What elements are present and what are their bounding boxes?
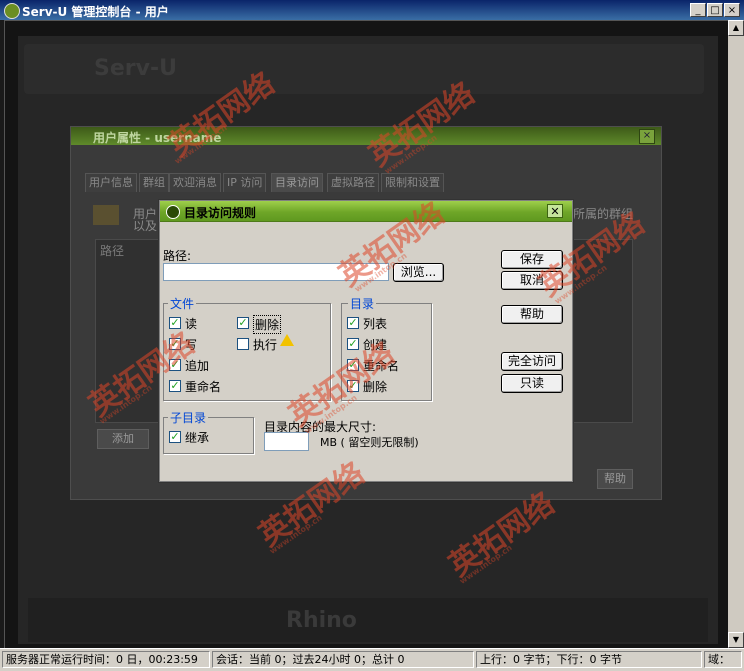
inherit-checkbox[interactable]: ✓ [169,431,181,443]
full-access-button[interactable]: 完全访问 [501,352,563,371]
rhino-logo: Rhino [286,608,357,633]
file-write-label: 写 [185,338,198,352]
status-domain: 域： [704,651,742,668]
status-bar: 服务器正常运行时间：0 日，00:23:59 会话：当前 0；过去24小时 0；… [0,648,744,671]
max-size-unit: MB ( 留空则无限制) [320,436,419,449]
dialog-title-bar: 目录访问规则 [160,201,572,222]
minimize-button[interactable]: _ [690,3,706,17]
file-rename-label: 重命名 [185,380,222,394]
dir-rename-checkbox[interactable]: ✓ [347,359,359,371]
serv-u-logo: Serv-U [94,56,177,81]
window-title-bar: Serv-U 管理控制台 - 用户 _ □ × [0,0,744,20]
maximize-button[interactable]: □ [707,3,723,17]
tab-groups[interactable]: 群组 [139,173,169,192]
status-sessions: 会话：当前 0；过去24小时 0；总计 0 [212,651,474,668]
dir-list-label: 列表 [363,317,388,331]
user-help-button[interactable]: 帮助 [597,469,633,489]
tab-virtual-path[interactable]: 虚拟路径 [327,173,379,192]
path-input[interactable] [163,263,389,281]
directories-group-label: 目录 [348,295,377,312]
add-rule-button[interactable]: 添加 [97,429,149,449]
file-execute-label: 执行 [253,338,278,352]
scroll-down-icon[interactable]: ▼ [728,632,744,648]
dir-delete-checkbox[interactable]: ✓ [347,380,359,392]
file-delete-checkbox[interactable]: ✓ [237,317,249,329]
dialog-title: 目录访问规则 [184,206,257,220]
file-read-label: 读 [185,317,198,331]
status-transfer: 上行：0 字节；下行：0 字节 [476,651,702,668]
user-dialog-title: 用户属性 - username [93,131,222,145]
background-footer: Rhino [28,598,708,642]
user-dialog-text-2: 以及 [133,219,158,233]
files-group-label: 文件 [168,295,197,312]
close-button[interactable]: × [724,3,740,17]
tab-limits[interactable]: 限制和设置 [381,173,444,192]
file-execute-checkbox[interactable] [237,338,249,350]
read-only-button[interactable]: 只读 [501,374,563,393]
column-header-path: 路径 [100,244,125,258]
dir-list-checkbox[interactable]: ✓ [347,317,359,329]
app-icon [4,3,20,19]
path-label: 路径: [163,249,192,263]
dir-create-checkbox[interactable]: ✓ [347,338,359,350]
cancel-button[interactable]: 取消 [501,271,563,290]
file-append-label: 追加 [185,359,210,373]
tab-welcome[interactable]: 欢迎消息 [169,173,221,192]
file-write-checkbox[interactable]: ✓ [169,338,181,350]
max-size-input[interactable] [264,432,309,451]
user-dialog-close-icon[interactable]: × [639,129,655,144]
browse-button[interactable]: 浏览... [393,263,444,282]
folder-icon [93,205,119,225]
tab-user-info[interactable]: 用户信息 [85,173,137,192]
file-rename-checkbox[interactable]: ✓ [169,380,181,392]
dir-create-label: 创建 [363,338,388,352]
vertical-scrollbar[interactable]: ▲ ▼ [728,20,744,648]
dialog-icon [166,205,180,219]
tab-dir-access[interactable]: 目录访问 [271,173,323,192]
file-read-checkbox[interactable]: ✓ [169,317,181,329]
tab-ip-access[interactable]: IP 访问 [223,173,267,192]
directory-access-rule-dialog: 目录访问规则 ✕ 路径: 浏览... 保存 取消 帮助 完全访问 只读 文件 ✓… [159,200,573,482]
save-button[interactable]: 保存 [501,250,563,269]
warning-icon [280,334,294,346]
file-append-checkbox[interactable]: ✓ [169,359,181,371]
dir-rename-label: 重命名 [363,359,400,373]
inherit-label: 继承 [185,431,210,445]
status-uptime: 服务器正常运行时间：0 日，00:23:59 [2,651,210,668]
user-dialog-text-right: 所属的群组 [573,207,634,221]
scroll-up-icon[interactable]: ▲ [728,20,744,36]
subdirectory-group-label: 子目录 [168,409,209,426]
help-button[interactable]: 帮助 [501,305,563,324]
window-title: Serv-U 管理控制台 - 用户 [22,5,169,19]
background-header: Serv-U [24,44,704,94]
dialog-close-icon[interactable]: ✕ [547,204,563,218]
dir-delete-label: 删除 [363,380,388,394]
file-delete-label: 删除 [253,315,282,334]
